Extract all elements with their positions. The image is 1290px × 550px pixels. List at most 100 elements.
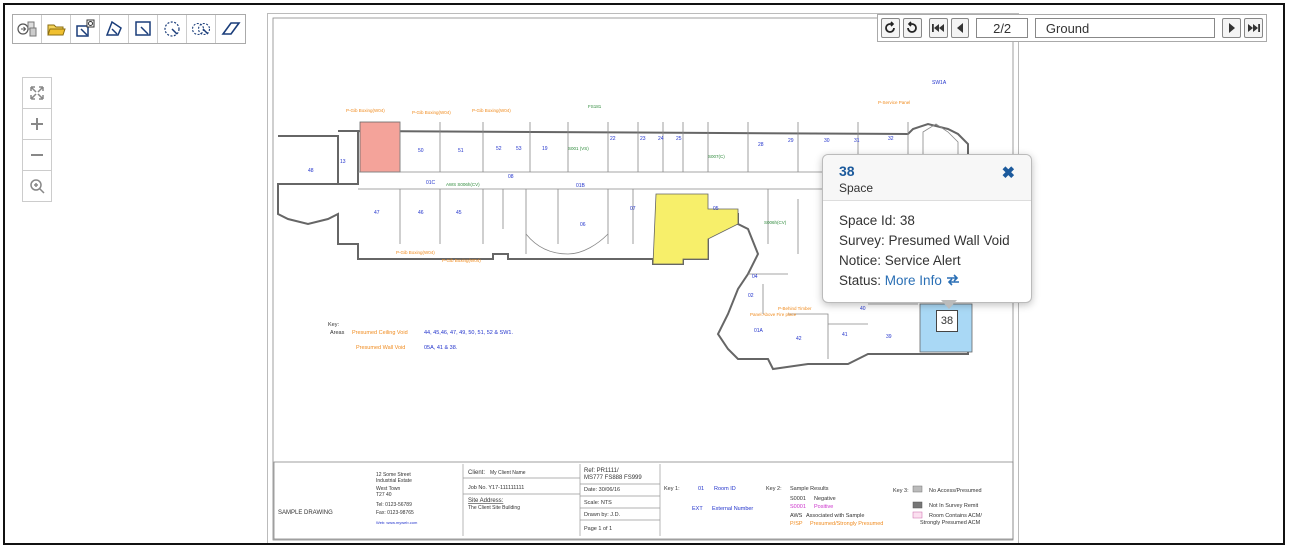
zoom-out-icon <box>31 154 43 156</box>
drawn-by-label: Drawn by: J.D. <box>584 512 621 518</box>
presumed-note: P-Gib Boxing(W04) <box>472 108 511 113</box>
room-yellow-fill[interactable] <box>652 193 739 265</box>
key2-value: Presumed/Strongly Presumed <box>810 521 883 527</box>
open-button[interactable] <box>42 15 71 43</box>
key2-value: Positive <box>814 504 833 510</box>
zoom-box-button[interactable] <box>23 171 51 201</box>
room-label: 28 <box>758 142 764 148</box>
client-value: My Client Name <box>490 470 526 476</box>
polygon-select-icon <box>105 20 122 36</box>
popup-pointer <box>941 300 957 309</box>
plan-key: Key: Areas Presumed Ceiling Void 44, 45,… <box>328 322 513 351</box>
ref-value: MS777 FS888 FS999 <box>584 475 642 481</box>
presumed-note: P-Service Panel <box>878 100 910 105</box>
undo-button[interactable] <box>881 18 900 38</box>
prev-page-button[interactable] <box>950 18 970 38</box>
key2-value: Negative <box>814 496 836 502</box>
key2-code: S0001 <box>790 496 806 502</box>
key2-code: S0001 <box>790 504 806 510</box>
eraser-icon <box>220 22 241 35</box>
next-page-icon <box>1228 23 1235 33</box>
floor-select[interactable]: Ground <box>1034 18 1216 38</box>
redo-icon <box>907 21 918 33</box>
key-row2-value: 05A, 41 & 38. <box>424 345 458 351</box>
sample-drawing-label: SAMPLE DRAWING <box>278 510 333 516</box>
eraser-button[interactable] <box>216 15 245 43</box>
room-label: 05 <box>713 206 719 212</box>
key-title: Key: <box>328 322 339 328</box>
company-address: T27 40 <box>376 492 392 498</box>
circle-select-icon <box>164 21 180 37</box>
presumed-note: P-Gib Boxing(W04) <box>396 250 435 255</box>
sample-note: AWS S006h(CV) <box>446 182 480 187</box>
room-label: 25 <box>676 136 682 142</box>
page-indicator[interactable]: 2/2 <box>976 18 1028 38</box>
zoom-out-button[interactable] <box>23 140 51 171</box>
select-refresh-button[interactable] <box>71 15 100 43</box>
room-50-fill[interactable] <box>359 121 401 173</box>
room-label: 06 <box>580 222 586 228</box>
space-id-label: Space Id: <box>839 213 897 228</box>
company-tel: Tel: 0123-56789 <box>376 502 412 508</box>
room-label: 40 <box>860 306 866 312</box>
key3-value: Room Contains ACM/ <box>929 513 982 519</box>
undo-icon <box>885 21 896 33</box>
multi-circle-select-button[interactable] <box>187 15 216 43</box>
room-label: 04 <box>752 274 758 280</box>
page-label: Page 1 of 1 <box>584 526 612 532</box>
swap-arrows-icon[interactable] <box>946 274 960 286</box>
fit-extent-button[interactable] <box>23 78 51 109</box>
prev-page-icon <box>956 23 963 33</box>
next-page-button[interactable] <box>1222 18 1242 38</box>
last-page-button[interactable] <box>1244 18 1264 38</box>
room-label: 31 <box>854 138 860 144</box>
room-label: 01B <box>576 183 586 189</box>
close-icon[interactable]: ✖ <box>1002 163 1015 183</box>
presumed-note: P-Behind Timber <box>778 306 812 311</box>
room-label: 29 <box>788 138 794 144</box>
scale-label: Scale: NTS <box>584 500 612 506</box>
space-id-row: Space Id: 38 <box>839 211 1031 231</box>
date-label: Date: 30/06/16 <box>584 487 620 493</box>
notice-row: Notice: Service Alert <box>839 251 1031 271</box>
room-label: 08 <box>508 174 514 180</box>
site-address-label: Site Address: <box>468 498 504 504</box>
presumed-note: P-Gib Boxing(W04) <box>412 110 451 115</box>
room-label: 47 <box>374 210 380 216</box>
room-label: 48 <box>308 168 314 174</box>
key2-code: AWS <box>790 513 803 519</box>
status-label: Status: <box>839 273 882 288</box>
viewer-frame: 48 13 50 51 52 53 19 22 23 24 25 28 29 3… <box>3 3 1285 545</box>
room-label: 13 <box>340 159 346 165</box>
first-page-button[interactable] <box>928 18 948 38</box>
zoom-magnifier-icon <box>30 179 45 194</box>
redo-button[interactable] <box>902 18 922 38</box>
room-label: 01A <box>754 328 764 334</box>
zoom-in-button[interactable] <box>23 109 51 140</box>
space-info-popup[interactable]: 38 Space ✖ Space Id: 38 Survey: Presumed… <box>822 154 1032 303</box>
sample-note: S007(C) <box>708 154 725 159</box>
survey-row: Survey: Presumed Wall Void <box>839 231 1031 251</box>
first-page-icon <box>932 24 945 32</box>
room-label: 50 <box>418 148 424 154</box>
key-row2-name: Presumed Wall Void <box>356 345 405 351</box>
rectangle-select-button[interactable] <box>129 15 158 43</box>
key2-title: Key 2: <box>766 486 782 492</box>
room-label: 52 <box>496 146 502 152</box>
key-row1-name: Presumed Ceiling Void <box>352 330 408 336</box>
layers-button[interactable] <box>13 15 42 43</box>
circle-select-button[interactable] <box>158 15 187 43</box>
room-label: 01C <box>426 180 436 186</box>
sample-note: S001 (VS) <box>568 146 589 151</box>
survey-value: Presumed Wall Void <box>888 233 1010 248</box>
multi-circle-select-icon <box>191 22 211 36</box>
survey-label: Survey: <box>839 233 885 248</box>
room-label: 30 <box>824 138 830 144</box>
room-label: 45 <box>456 210 462 216</box>
layers-icon <box>17 21 37 37</box>
polygon-select-button[interactable] <box>100 15 129 43</box>
key-areas-label: Areas <box>330 330 345 336</box>
more-info-link[interactable]: More Info <box>885 273 942 288</box>
room-marker[interactable]: 38 <box>936 310 958 332</box>
tool-bar <box>12 14 246 44</box>
